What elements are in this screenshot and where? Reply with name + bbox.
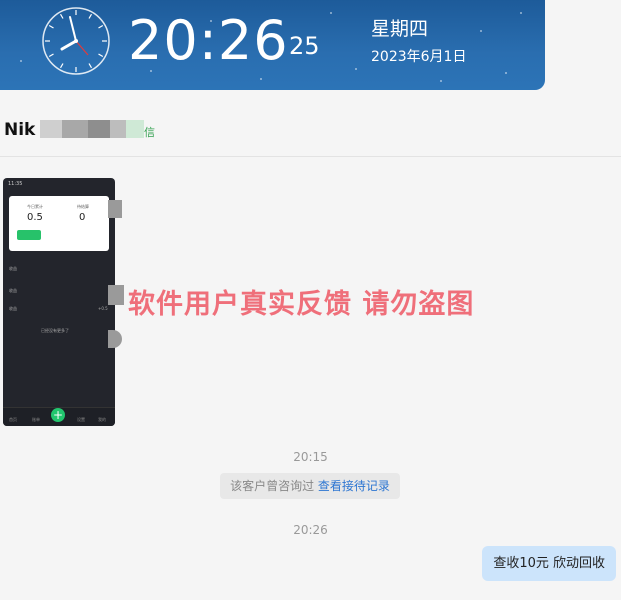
screenshot-footer-text: 已经没有更多了 [41,328,69,333]
screenshot-status-time: 11:35 [8,181,23,187]
system-notice-text: 该客户曾咨询过 [230,479,315,493]
screenshot-value-left: 0.5 [27,212,43,223]
clock-banner: 20:26 25 星期四 2023年6月1日 [0,0,545,90]
chat-header: Nik 信 [0,90,621,157]
contact-source-tag: 信 [144,126,155,139]
clock-weekday: 星期四 [371,18,429,40]
screenshot-tab: 设置 [77,417,85,422]
redacted-name-block [40,120,62,138]
screenshot-plus-icon: + [51,408,65,422]
watermark-text: 软件用户真实反馈 请勿盗图 [128,289,475,320]
screenshot-tab: 账单 [32,417,40,422]
screenshot-row: 收益 [9,266,17,271]
screenshot-value-right: 0 [79,212,86,223]
redacted-name-block [62,120,88,138]
redaction-mark [108,285,124,305]
screenshot-withdraw-button [17,230,41,240]
screenshot-row-amount: +0.5 [98,306,108,311]
contact-name[interactable]: Nik [4,120,35,140]
screenshot-tab: 首页 [9,417,17,422]
screenshot-row: 收益 [9,306,17,311]
shared-screenshot-image[interactable]: 11:35 今日累计 待结算 0.5 0 收益 收益 收益 +0.5 已经没有更… [3,178,115,426]
outgoing-message-bubble[interactable]: 查收10元 欣动回收 [482,546,616,581]
clock-date: 2023年6月1日 [371,49,467,65]
screenshot-label-right: 待结算 [77,204,89,209]
redacted-name-block [126,120,144,138]
screenshot-earnings-card: 今日累计 待结算 0.5 0 [9,196,109,251]
redacted-name-block [88,120,110,138]
screenshot-row: 收益 [9,288,17,293]
screenshot-label-left: 今日累计 [27,204,43,209]
view-history-link[interactable]: 查看接待记录 [318,479,390,493]
message-timestamp: 20:26 [293,523,328,537]
redaction-mark [108,330,122,348]
message-timestamp: 20:15 [293,450,328,464]
clock-seconds: 25 [289,32,320,60]
screenshot-tab: 我的 [98,417,106,422]
analog-clock-icon [42,7,110,75]
redaction-mark [108,200,122,218]
clock-time: 20:26 [128,9,289,72]
system-notice: 该客户曾咨询过 查看接待记录 [220,473,400,499]
redacted-name-block [110,120,126,138]
screenshot-tabbar: 首页 账单 + 设置 我的 [3,407,115,426]
